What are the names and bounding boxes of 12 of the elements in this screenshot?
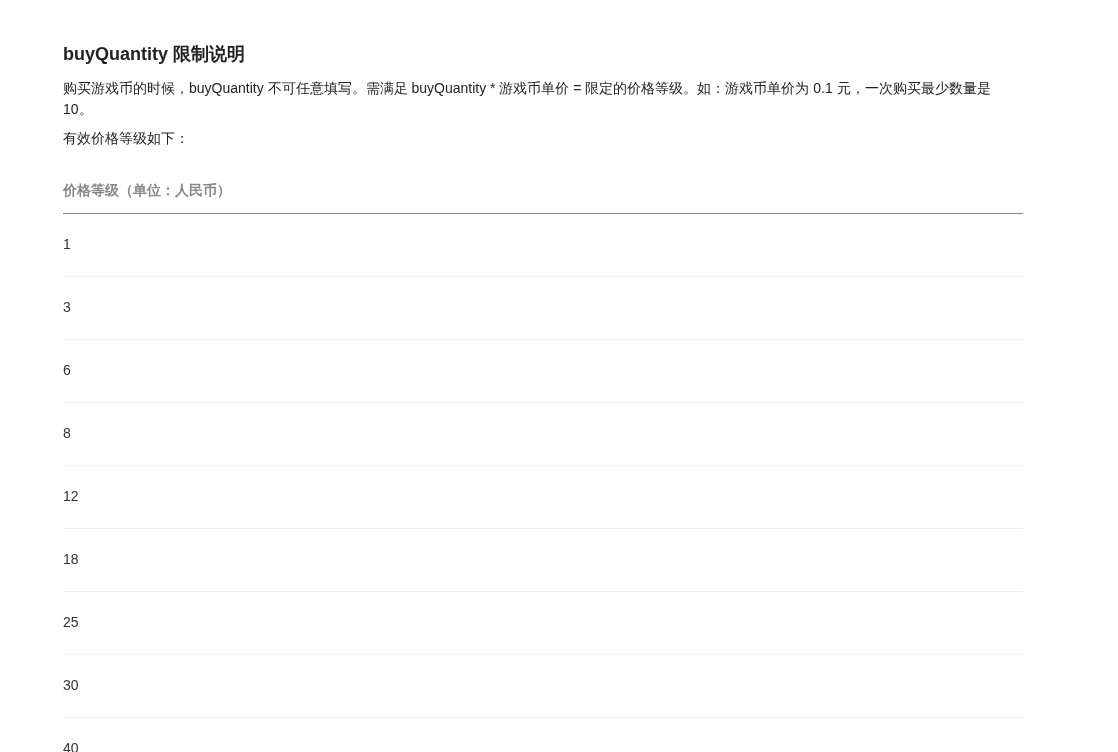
section-heading: buyQuantity 限制说明 [63, 43, 246, 66]
table-cell: 18 [63, 528, 1023, 591]
column-header: 价格等级（单位：人民币） [63, 169, 1023, 213]
table-cell: 1 [63, 213, 1023, 276]
table-cell: 12 [63, 465, 1023, 528]
table-cell: 6 [63, 339, 1023, 402]
table-cell: 8 [63, 402, 1023, 465]
table-cell: 25 [63, 591, 1023, 654]
body-paragraph: 有效价格等级如下： [63, 129, 190, 148]
table-cell: 30 [63, 654, 1023, 717]
body-paragraph: 购买游戏币的时候，buyQuantity 不可任意填写。需满足 buyQuantity * 游戏币单价 = 限定的价格等级。如：游戏币单价为 0.1 元，一次购买最少数量是 10。 [63, 79, 992, 119]
table-cell: 3 [63, 276, 1023, 339]
